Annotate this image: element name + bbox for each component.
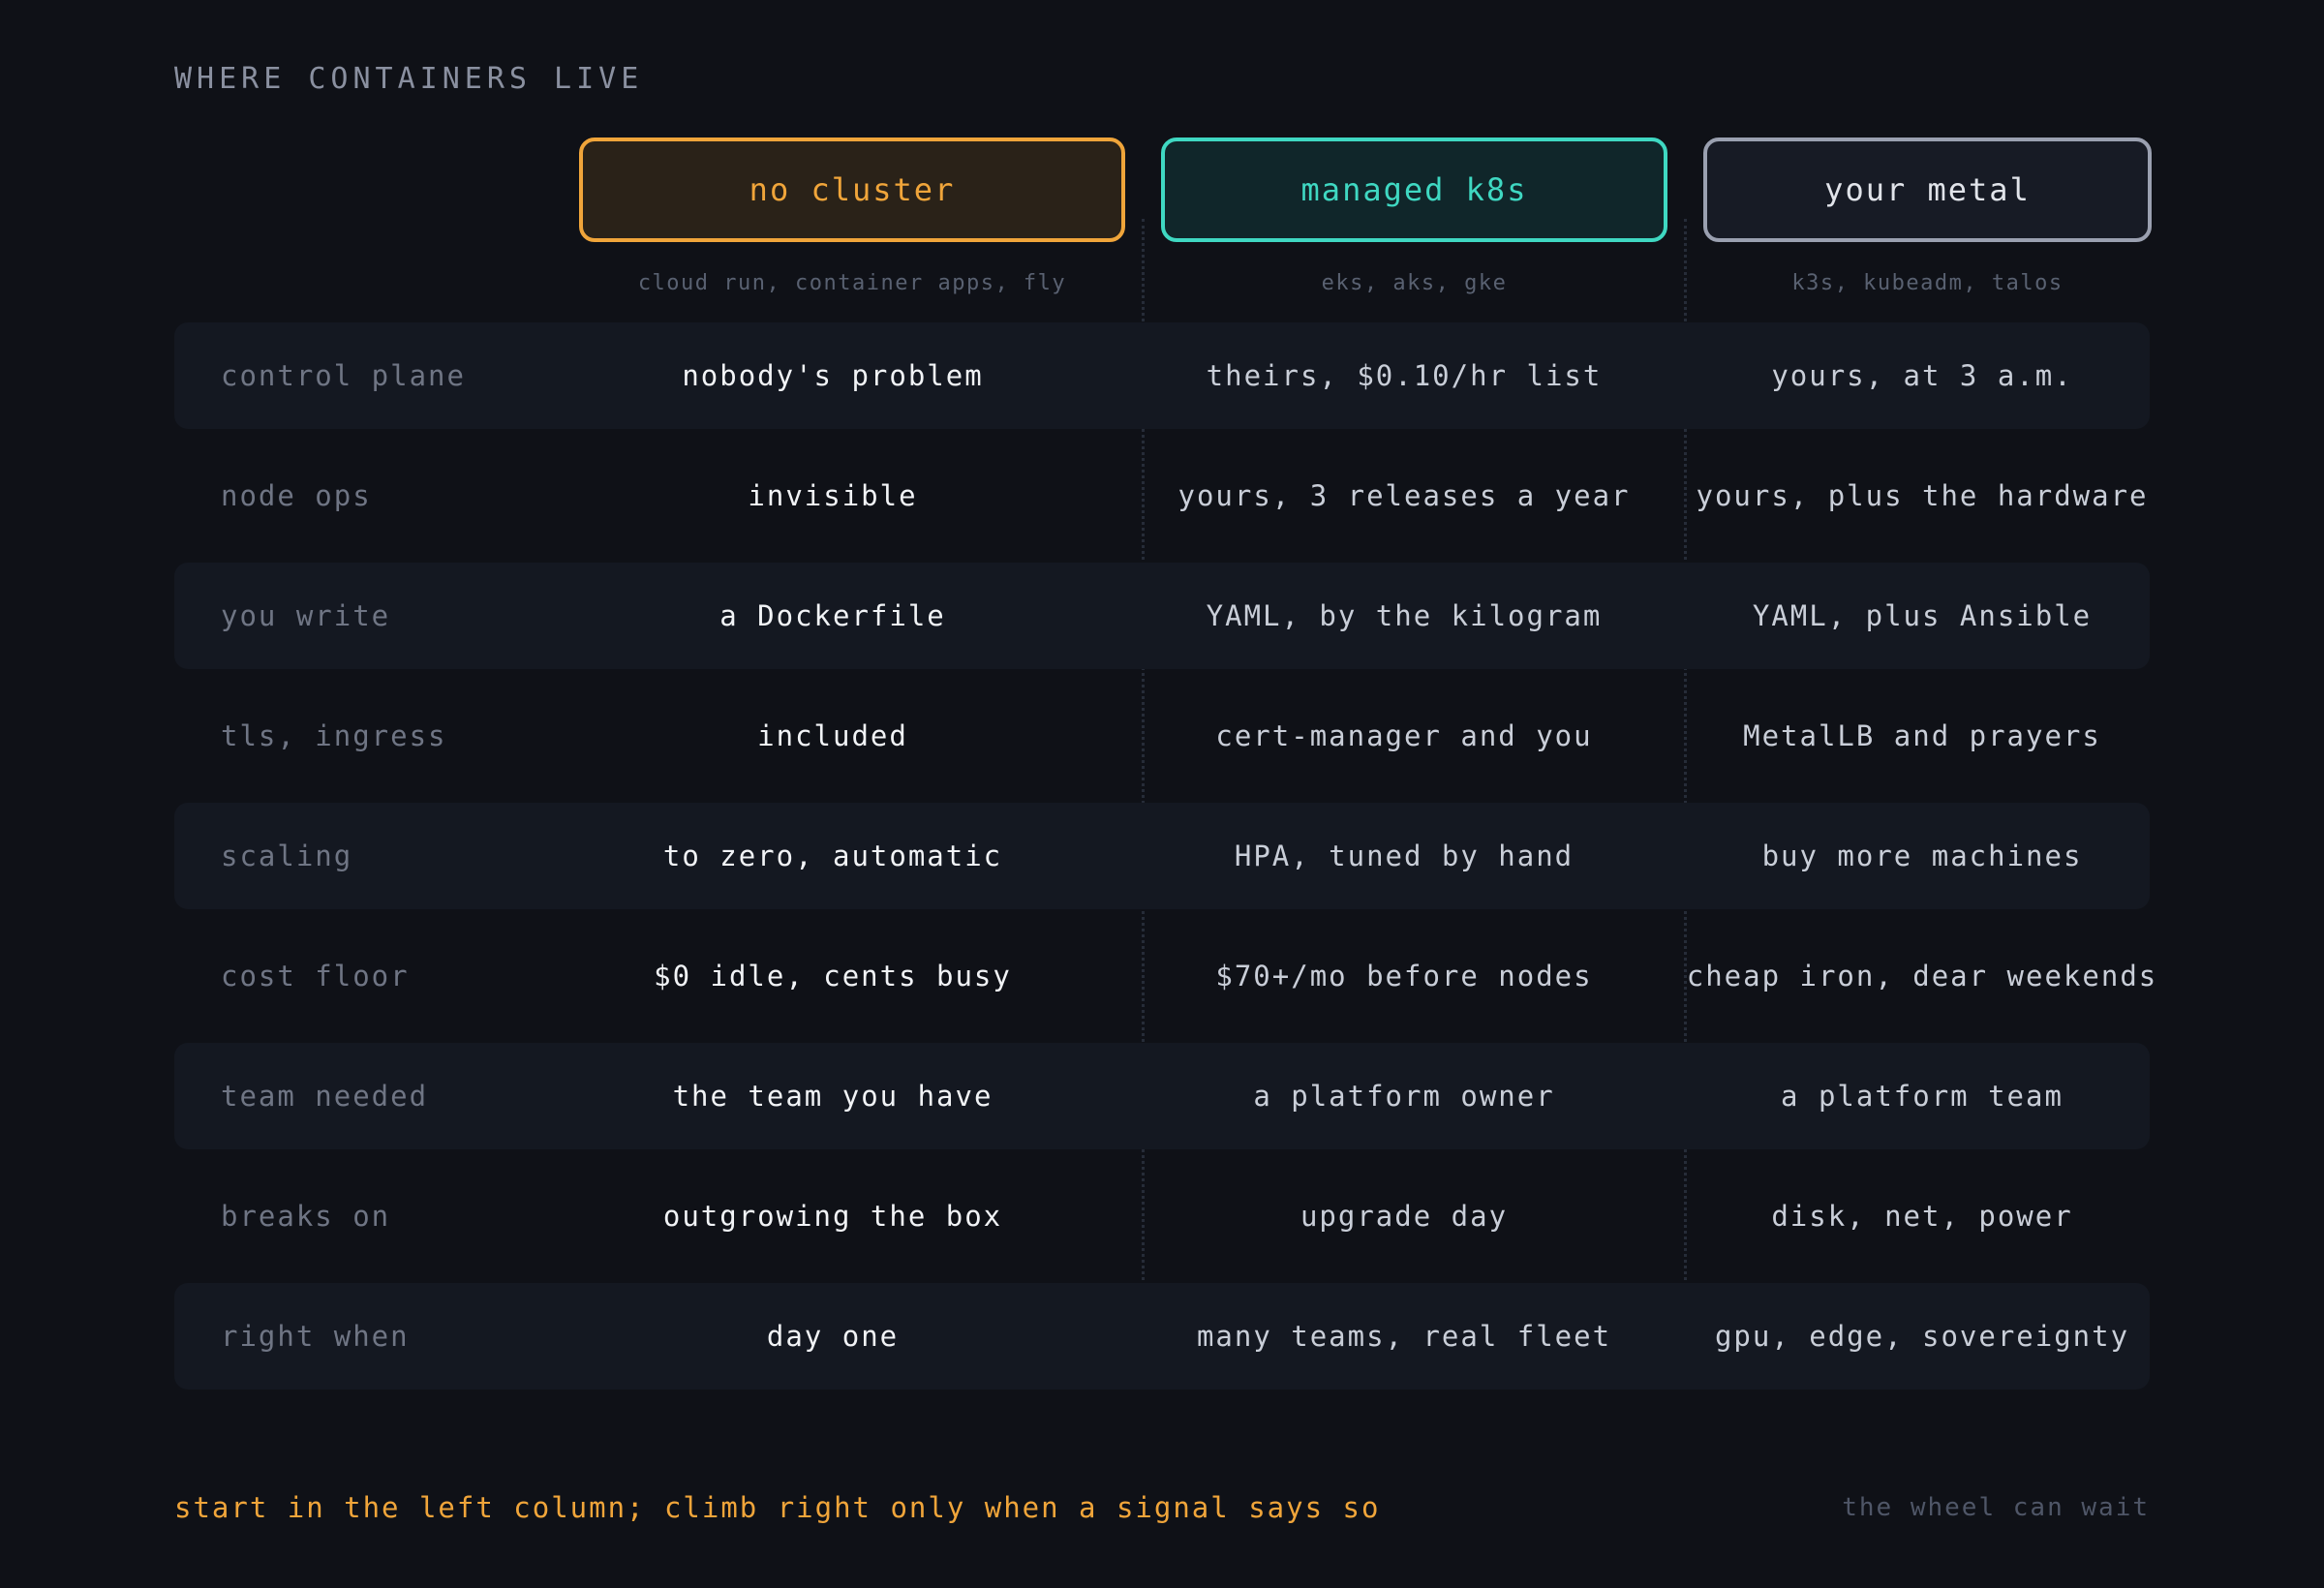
cell-no-cluster: $0 idle, cents busy [654, 960, 1012, 992]
cell-your-metal: disk, net, power [1771, 1200, 2073, 1233]
table-row: breaks on outgrowing the box upgrade day… [174, 1163, 2150, 1269]
cell-your-metal: a platform team [1781, 1080, 2064, 1113]
column-header-no-cluster: no cluster [579, 137, 1125, 242]
row-label: cost floor [221, 960, 410, 992]
cell-no-cluster: day one [766, 1320, 900, 1353]
cell-managed-k8s: upgrade day [1300, 1200, 1509, 1233]
cell-managed-k8s: HPA, tuned by hand [1234, 840, 1575, 872]
row-label: you write [221, 599, 391, 632]
row-label: right when [221, 1320, 410, 1353]
row-label: control plane [221, 359, 466, 392]
cell-no-cluster: to zero, automatic [662, 840, 1003, 872]
cell-managed-k8s: yours, 3 releases a year [1177, 479, 1631, 512]
cell-no-cluster: included [757, 719, 908, 752]
cell-no-cluster: invisible [748, 479, 918, 512]
row-label: node ops [221, 479, 372, 512]
cell-your-metal: cheap iron, dear weekends [1686, 960, 2158, 992]
column-subtitle-your-metal: k3s, kubeadm, talos [1791, 270, 2064, 295]
table-row: team needed the team you have a platform… [174, 1043, 2150, 1149]
column-subtitle-no-cluster: cloud run, container apps, fly [637, 270, 1067, 295]
row-label: team needed [221, 1080, 429, 1113]
cell-your-metal: MetalLB and prayers [1743, 719, 2101, 752]
table-row: cost floor $0 idle, cents busy $70+/mo b… [174, 923, 2158, 1029]
cell-no-cluster: nobody's problem [682, 359, 984, 392]
table-row: tls, ingress included cert-manager and y… [174, 683, 2150, 789]
row-label: tls, ingress [221, 719, 447, 752]
footer-note: start in the left column; climb right on… [174, 1491, 1381, 1524]
cell-managed-k8s: cert-manager and you [1215, 719, 1593, 752]
cell-no-cluster: outgrowing the box [662, 1200, 1003, 1233]
table-row: scaling to zero, automatic HPA, tuned by… [174, 803, 2150, 909]
cell-your-metal: YAML, plus Ansible [1752, 599, 2093, 632]
table-row: you write a Dockerfile YAML, by the kilo… [174, 563, 2150, 669]
row-label: scaling [221, 840, 353, 872]
table-row: right when day one many teams, real flee… [174, 1283, 2150, 1390]
cell-managed-k8s: YAML, by the kilogram [1206, 599, 1603, 632]
column-header-your-metal: your metal [1703, 137, 2152, 242]
cell-your-metal: buy more machines [1761, 840, 2083, 872]
cell-no-cluster: the team you have [672, 1080, 994, 1113]
cell-managed-k8s: a platform owner [1253, 1080, 1555, 1113]
cell-managed-k8s: theirs, $0.10/hr list [1206, 359, 1603, 392]
column-subtitle-managed-k8s: eks, aks, gke [1321, 270, 1508, 295]
table-row: control plane nobody's problem theirs, $… [174, 322, 2150, 429]
cell-your-metal: yours, plus the hardware [1696, 479, 2149, 512]
cell-managed-k8s: $70+/mo before nodes [1215, 960, 1593, 992]
cell-managed-k8s: many teams, real fleet [1196, 1320, 1612, 1353]
footer-tag: the wheel can wait [1842, 1493, 2150, 1522]
cell-no-cluster: a Dockerfile [719, 599, 946, 632]
page-title: WHERE CONTAINERS LIVE [174, 62, 644, 96]
cell-your-metal: yours, at 3 a.m. [1771, 359, 2073, 392]
column-header-managed-k8s: managed k8s [1161, 137, 1667, 242]
table-row: node ops invisible yours, 3 releases a y… [174, 443, 2150, 549]
cell-your-metal: gpu, edge, sovereignty [1714, 1320, 2130, 1353]
row-label: breaks on [221, 1200, 391, 1233]
